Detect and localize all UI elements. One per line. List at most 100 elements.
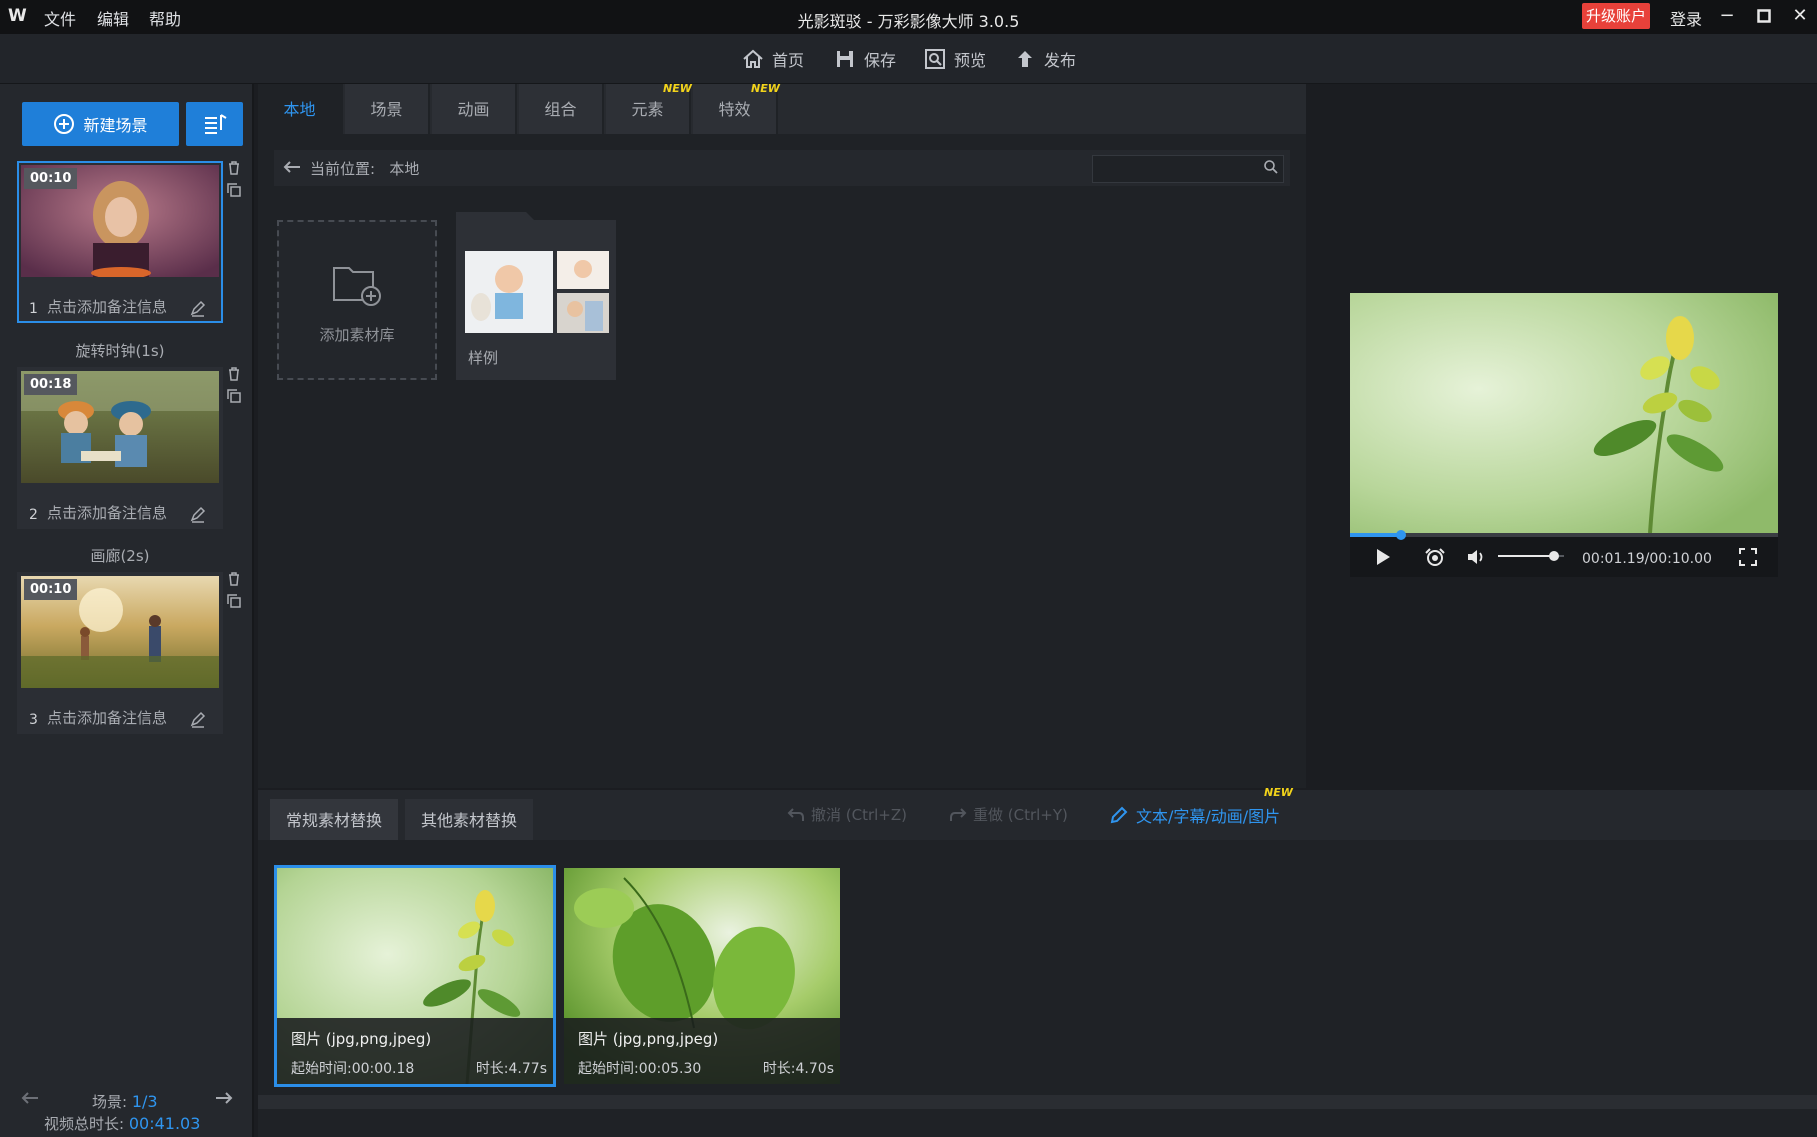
- pencil-icon: [1110, 806, 1128, 824]
- media-info: 图片 (jpg,png,jpeg) 起始时间:00:05.30 时长:4.70s: [564, 1018, 840, 1084]
- sample-folder[interactable]: 样例: [456, 212, 616, 380]
- publish-button[interactable]: 发布: [1014, 46, 1076, 72]
- player-progress-knob[interactable]: [1396, 530, 1407, 540]
- player-progress-track[interactable]: [1350, 530, 1778, 540]
- preview-icon: [925, 49, 945, 69]
- text-subtitle-edit-button[interactable]: 文本/字幕/动画/图片: [1110, 803, 1280, 827]
- media-duration: 时长:4.77s: [475, 1061, 547, 1077]
- scene-number: 2: [29, 507, 38, 523]
- menu-file[interactable]: 文件: [44, 6, 76, 30]
- login-button[interactable]: 登录: [1670, 6, 1702, 30]
- new-badge: NEW: [663, 82, 692, 95]
- delete-icon[interactable]: [226, 366, 242, 382]
- scene-duration: 00:10: [24, 168, 78, 189]
- horizontal-scrollbar[interactable]: [258, 1095, 1817, 1109]
- menu-help[interactable]: 帮助: [149, 6, 181, 30]
- new-scene-button[interactable]: 新建场景: [22, 102, 179, 146]
- total-duration: 视频总时长: 00:41.03: [44, 1113, 200, 1134]
- plus-circle-icon: [54, 114, 75, 134]
- play-icon[interactable]: [1375, 548, 1391, 566]
- media-start-time: 起始时间:00:00.18: [291, 1061, 415, 1077]
- list-music-icon: [204, 114, 227, 134]
- camera-icon[interactable]: [1424, 547, 1446, 567]
- sample-thumbnails: [465, 251, 609, 333]
- minimize-icon[interactable]: −: [1716, 4, 1738, 28]
- undo-button[interactable]: 撤消 (Ctrl+Z): [787, 804, 907, 825]
- scene-number: 1: [29, 301, 38, 317]
- delete-icon[interactable]: [226, 571, 242, 587]
- add-library-label: 添加素材库: [319, 326, 395, 344]
- breadcrumb-current[interactable]: 本地: [389, 160, 419, 178]
- scene-card-2[interactable]: 00:18 2 点击添加备注信息: [17, 367, 223, 529]
- search-icon[interactable]: [1263, 159, 1279, 175]
- undo-label: 撤消 (Ctrl+Z): [811, 806, 908, 824]
- app-logo: W: [8, 6, 27, 26]
- player-controls: [1350, 530, 1778, 577]
- media-item-1[interactable]: 图片 (jpg,png,jpeg) 起始时间:00:00.18 时长:4.77s: [274, 865, 556, 1087]
- edit-icon[interactable]: [189, 505, 207, 523]
- sample-folder-label: 样例: [468, 349, 499, 367]
- scene-duration: 00:18: [24, 374, 78, 395]
- copy-icon[interactable]: [226, 388, 242, 404]
- add-library-button[interactable]: 添加素材库: [277, 220, 437, 380]
- time-readout: 00:01.19/00:10.00: [1582, 551, 1712, 567]
- main-toolbar: 首页 保存 预览 发布: [0, 34, 1817, 84]
- title-bar: W 文件 编辑 帮助 光影斑驳 - 万彩影像大师 3.0.5 升级账户 登录 −…: [0, 0, 1817, 34]
- scene-list-button[interactable]: [186, 102, 243, 146]
- scene-card-1[interactable]: 00:10 1 点击添加备注信息: [17, 161, 223, 323]
- scene-note[interactable]: 点击添加备注信息: [47, 707, 167, 728]
- media-item-2[interactable]: 图片 (jpg,png,jpeg) 起始时间:00:05.30 时长:4.70s: [564, 868, 840, 1084]
- transition-label[interactable]: 画廊(2s): [17, 545, 223, 566]
- save-button[interactable]: 保存: [834, 46, 896, 72]
- copy-icon[interactable]: [226, 593, 242, 609]
- library-panel: [258, 84, 1306, 788]
- preview-image: [1350, 293, 1778, 534]
- volume-icon[interactable]: [1466, 548, 1486, 566]
- media-duration: 时长:4.70s: [762, 1061, 834, 1077]
- folder-tab: [456, 212, 536, 222]
- total-duration-label: 视频总时长:: [44, 1115, 129, 1133]
- tab-regular-replace[interactable]: 常规素材替换: [270, 799, 399, 840]
- tab-other-replace[interactable]: 其他素材替换: [405, 799, 534, 840]
- maximize-icon[interactable]: [1753, 4, 1775, 28]
- edit-icon[interactable]: [189, 710, 207, 728]
- search-input[interactable]: [1092, 155, 1284, 183]
- prev-scene-icon[interactable]: [20, 1090, 40, 1106]
- tab-combination[interactable]: 组合: [519, 84, 604, 134]
- menu-edit[interactable]: 编辑: [97, 6, 129, 30]
- home-button[interactable]: 首页: [742, 46, 804, 72]
- fullscreen-icon[interactable]: [1738, 547, 1758, 567]
- scene-note[interactable]: 点击添加备注信息: [47, 296, 167, 317]
- volume-knob[interactable]: [1549, 551, 1560, 561]
- tab-local[interactable]: 本地: [258, 84, 343, 134]
- scene-duration: 00:10: [24, 579, 78, 600]
- media-info: 图片 (jpg,png,jpeg) 起始时间:00:00.18 时长:4.77s: [277, 1018, 553, 1084]
- redo-button[interactable]: 重做 (Ctrl+Y): [949, 804, 1068, 825]
- total-duration-value: 00:41.03: [128, 1114, 201, 1133]
- breadcrumb-label: 当前位置:: [310, 160, 376, 178]
- text-edit-label: 文本/字幕/动画/图片: [1136, 807, 1281, 826]
- tab-scene[interactable]: 场景: [345, 84, 430, 134]
- scene-counter: 场景: 1/3: [92, 1091, 158, 1112]
- volume-slider[interactable]: [1498, 551, 1564, 561]
- scene-card-3[interactable]: 00:10 3 点击添加备注信息: [17, 572, 223, 734]
- close-icon[interactable]: ✕: [1789, 4, 1811, 28]
- media-type: 图片 (jpg,png,jpeg): [578, 1030, 719, 1048]
- delete-icon[interactable]: [226, 160, 242, 176]
- copy-icon[interactable]: [226, 182, 242, 198]
- new-badge: NEW: [751, 82, 780, 95]
- preview-button[interactable]: 预览: [924, 46, 986, 72]
- edit-icon[interactable]: [189, 299, 207, 317]
- preview-label: 预览: [954, 51, 987, 70]
- breadcrumb: 当前位置: 本地: [310, 158, 419, 179]
- scene-counter-label: 场景:: [92, 1093, 132, 1111]
- media-type: 图片 (jpg,png,jpeg): [291, 1030, 432, 1048]
- back-arrow-icon[interactable]: [282, 159, 302, 175]
- transition-label[interactable]: 旋转时钟(1s): [17, 340, 223, 361]
- tab-animation[interactable]: 动画: [432, 84, 517, 134]
- save-label: 保存: [864, 51, 897, 70]
- upgrade-account-button[interactable]: 升级账户: [1582, 3, 1650, 29]
- next-scene-icon[interactable]: [214, 1090, 234, 1106]
- scene-note[interactable]: 点击添加备注信息: [47, 502, 167, 523]
- new-badge: NEW: [1264, 786, 1293, 799]
